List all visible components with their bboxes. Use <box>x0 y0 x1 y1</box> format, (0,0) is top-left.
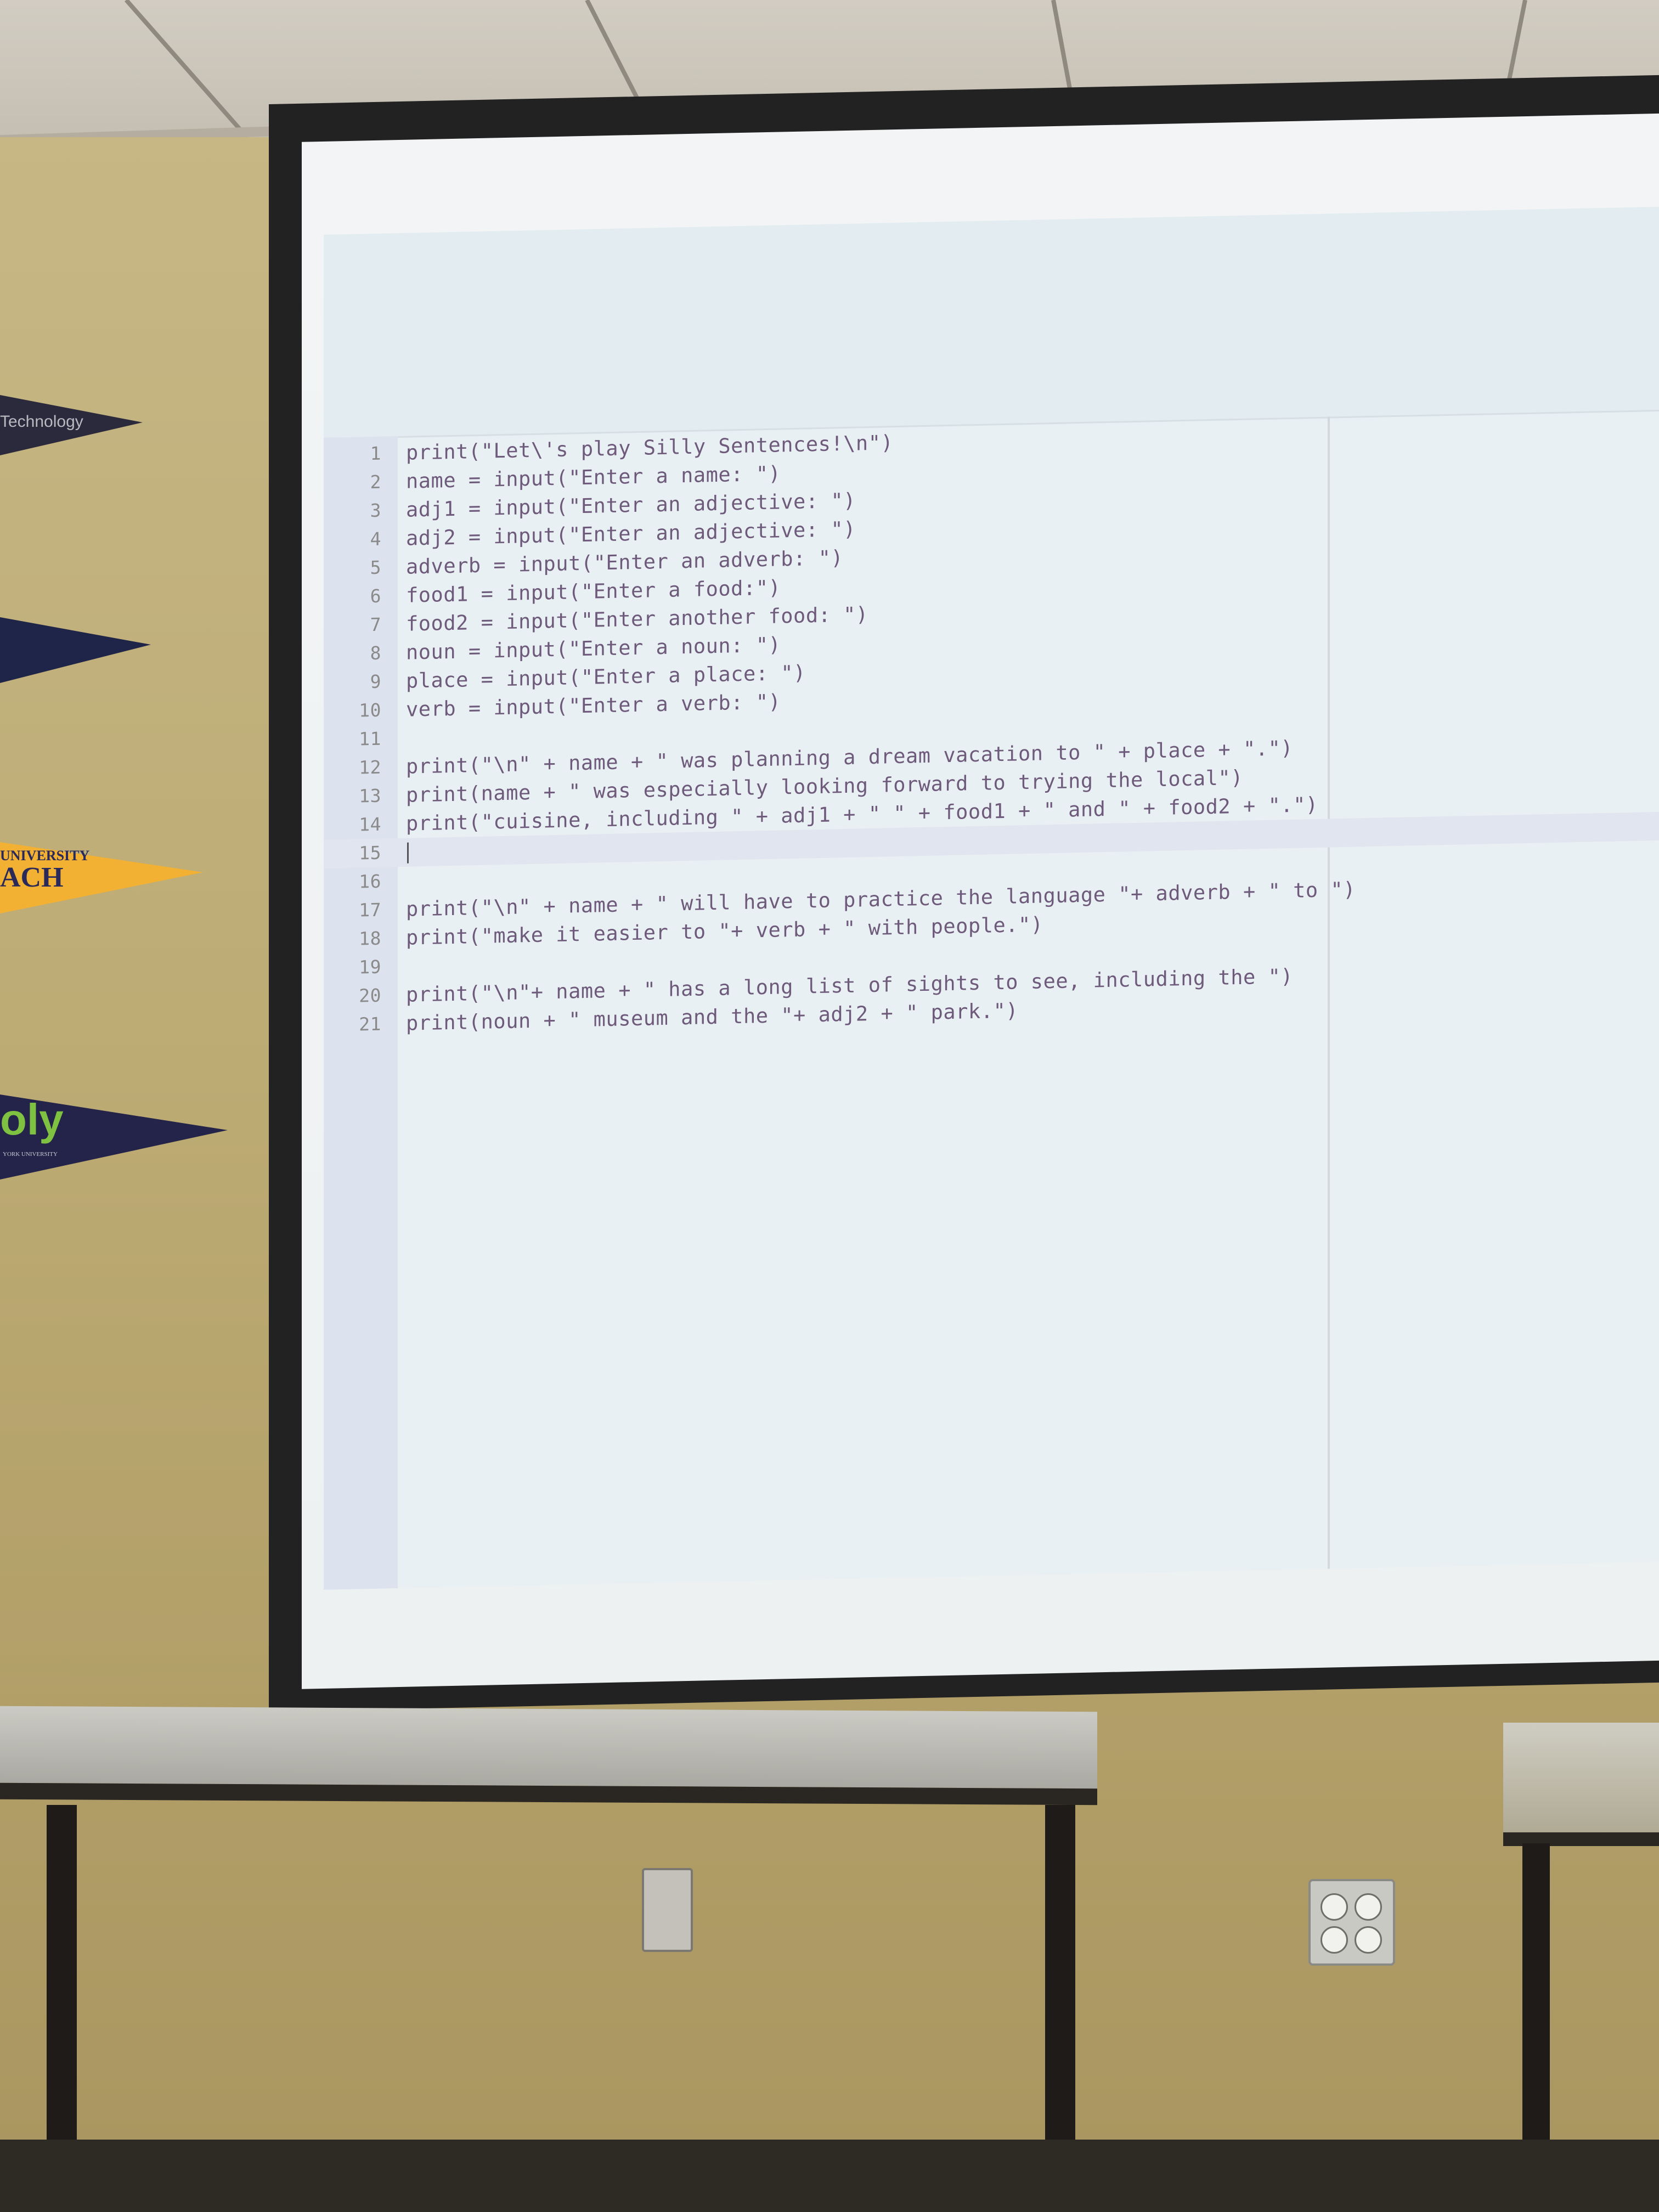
line-number: 14 <box>359 813 381 836</box>
line-number: 18 <box>359 927 381 950</box>
editor-toolbar-area <box>324 206 1659 439</box>
code-editor[interactable]: 1 print("Let\'s play Silly Sentences!\n")… <box>324 206 1659 1590</box>
line-number: 7 <box>370 613 381 636</box>
line-number: 11 <box>359 727 381 750</box>
line-number: 12 <box>359 756 381 778</box>
pennant-4-label: oly <box>0 1095 64 1144</box>
code-lines[interactable]: 1 print("Let\'s play Silly Sentences!\n")… <box>324 413 1659 1040</box>
side-table-leg <box>1522 1843 1550 2151</box>
line-number: 6 <box>370 585 381 607</box>
line-number: 9 <box>370 670 381 693</box>
pennant-3-sub: ACH <box>0 862 64 893</box>
text-cursor <box>407 842 409 864</box>
outlet-socket <box>1321 1893 1348 1921</box>
line-number: 2 <box>370 471 381 493</box>
line-number: 5 <box>370 556 381 579</box>
screen-surface: 1 print("Let\'s play Silly Sentences!\n")… <box>302 113 1659 1689</box>
side-table <box>1503 1723 1659 1846</box>
line-number: 1 <box>370 442 381 465</box>
projection-screen: 1 print("Let\'s play Silly Sentences!\n")… <box>269 75 1659 1712</box>
outlet-socket <box>1355 1893 1382 1921</box>
table-leg-left <box>47 1805 77 2145</box>
outlet-socket <box>1321 1926 1348 1954</box>
line-number: 4 <box>370 528 381 550</box>
pennant-1-label: Technology <box>0 413 83 431</box>
line-number: 8 <box>370 642 381 664</box>
line-number: 3 <box>370 499 381 522</box>
wall-outlet <box>1308 1879 1395 1966</box>
pennant-4-sub: YORK UNIVERSITY <box>3 1151 58 1158</box>
line-number: 19 <box>359 956 381 978</box>
table-leg-right <box>1045 1805 1075 2145</box>
floor <box>0 2140 1659 2212</box>
light-switch-plate <box>642 1868 693 1952</box>
line-number: 13 <box>359 785 381 807</box>
front-table <box>0 1706 1097 1805</box>
line-number: 10 <box>359 699 381 721</box>
line-number: 16 <box>359 870 381 893</box>
pennant-2 <box>0 617 151 683</box>
line-number: 21 <box>359 1013 381 1035</box>
line-number: 17 <box>359 899 381 921</box>
outlet-socket <box>1355 1926 1382 1954</box>
line-number: 15 <box>359 842 381 864</box>
line-number: 20 <box>359 984 381 1007</box>
